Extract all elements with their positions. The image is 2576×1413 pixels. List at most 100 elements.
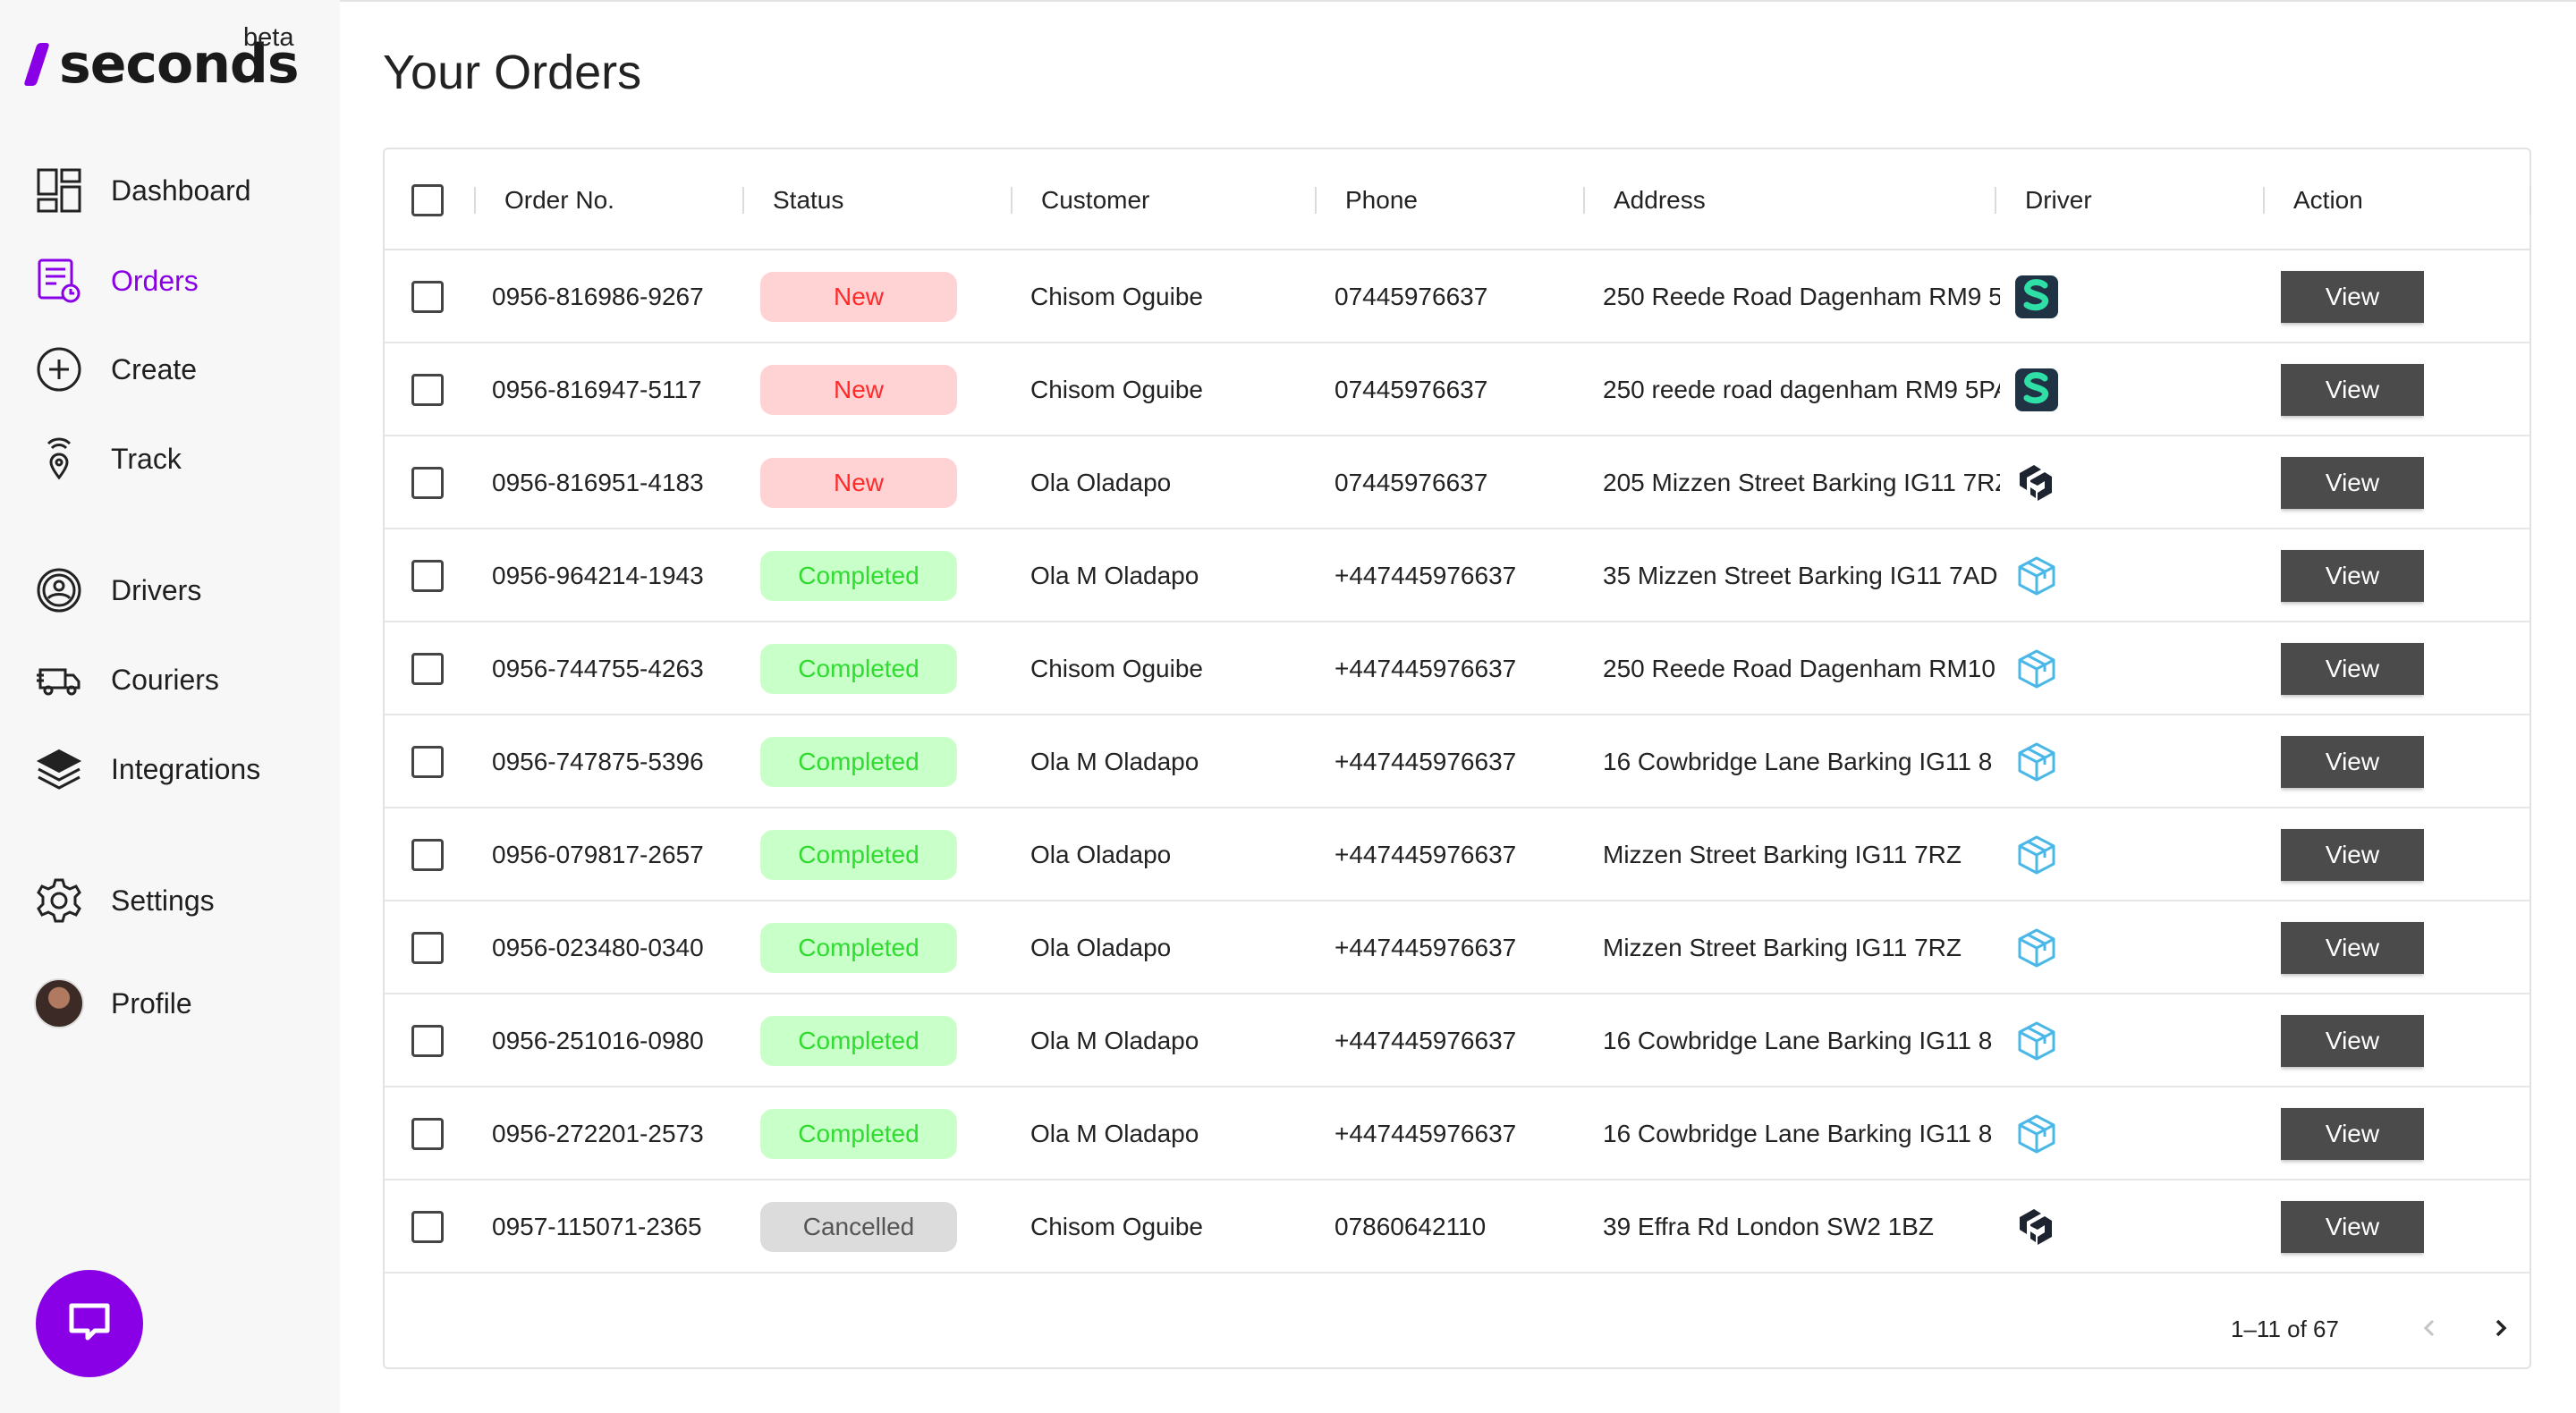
view-order-button[interactable]: View <box>2281 829 2424 881</box>
column-header-customer[interactable]: Customer <box>1041 149 1149 250</box>
status-badge: New <box>760 272 957 322</box>
row-checkbox[interactable] <box>411 653 444 685</box>
sidebar-item-couriers[interactable]: Couriers <box>34 653 320 706</box>
table-row[interactable]: 0956-816951-4183 New Ola Oladapo 0744597… <box>385 436 2529 529</box>
courier-box-icon <box>2014 1112 2059 1156</box>
view-order-button[interactable]: View <box>2281 922 2424 974</box>
next-page-button[interactable] <box>2479 1308 2522 1351</box>
phone-number: +447445976637 <box>1335 748 1517 775</box>
view-order-button[interactable]: View <box>2281 364 2424 416</box>
app-logo[interactable]: seconds beta <box>23 23 317 96</box>
view-order-button[interactable]: View <box>2281 1201 2424 1253</box>
sidebar-item-label: Orders <box>111 264 199 297</box>
order-number: 0956-747875-5396 <box>492 748 704 775</box>
column-header-order-no[interactable]: Order No. <box>504 149 614 250</box>
address: 39 Effra Rd London SW2 1BZ <box>1603 1213 1934 1240</box>
table-row[interactable]: 0956-816947-5117 New Chisom Oguibe 07445… <box>385 343 2529 436</box>
column-header-phone[interactable]: Phone <box>1345 149 1418 250</box>
sidebar-item-dashboard[interactable]: Dashboard <box>34 164 320 217</box>
sidebar-item-label: Drivers <box>111 573 202 606</box>
select-all-checkbox[interactable] <box>411 183 444 216</box>
view-order-button[interactable]: View <box>2281 550 2424 602</box>
address: Mizzen Street Barking IG11 7RZ <box>1603 934 1962 961</box>
sidebar-item-profile[interactable]: Profile <box>34 977 320 1030</box>
row-checkbox[interactable] <box>411 932 444 964</box>
sidebar-item-create[interactable]: Create <box>34 343 320 396</box>
customer-name: Chisom Oguibe <box>1030 1213 1203 1240</box>
row-checkbox[interactable] <box>411 1211 444 1243</box>
sidebar-item-orders[interactable]: Orders <box>34 254 320 308</box>
column-header-driver[interactable]: Driver <box>2025 149 2092 250</box>
row-select-cell <box>411 715 444 808</box>
address: 205 Mizzen Street Barking IG11 7RZ <box>1603 469 2000 496</box>
column-separator <box>2529 187 2531 214</box>
row-checkbox[interactable] <box>411 560 444 592</box>
column-header-status[interactable]: Status <box>773 149 843 250</box>
view-order-button[interactable]: View <box>2281 271 2424 323</box>
column-header-address[interactable]: Address <box>1614 149 1706 250</box>
table-row[interactable]: 0956-272201-2573 Completed Ola M Oladapo… <box>385 1087 2529 1180</box>
sidebar-item-settings[interactable]: Settings <box>34 874 320 927</box>
phone-number: +447445976637 <box>1335 655 1517 682</box>
address: 16 Cowbridge Lane Barking IG11 8 <box>1603 1120 1993 1147</box>
table-row[interactable]: 0956-251016-0980 Completed Ola M Oladapo… <box>385 994 2529 1087</box>
action-cell: View <box>2281 436 2424 529</box>
sidebar-item-integrations[interactable]: Integrations <box>34 742 320 796</box>
sidebar-item-drivers[interactable]: Drivers <box>34 563 320 617</box>
column-header-action[interactable]: Action <box>2293 149 2363 250</box>
table-row[interactable]: 0956-747875-5396 Completed Ola M Oladapo… <box>385 715 2529 808</box>
layers-icon <box>34 744 84 794</box>
table-row[interactable]: 0956-744755-4263 Completed Chisom Oguibe… <box>385 622 2529 715</box>
view-order-button[interactable]: View <box>2281 457 2424 509</box>
status-cell: Completed <box>760 1087 957 1180</box>
view-order-button[interactable]: View <box>2281 643 2424 695</box>
table-row[interactable]: 0956-079817-2657 Completed Ola Oladapo +… <box>385 808 2529 901</box>
table-row[interactable]: 0956-023480-0340 Completed Ola Oladapo +… <box>385 901 2529 994</box>
row-checkbox[interactable] <box>411 839 444 871</box>
row-checkbox[interactable] <box>411 281 444 313</box>
table-row[interactable]: 0956-964214-1943 Completed Ola M Oladapo… <box>385 529 2529 622</box>
phone-number: 07445976637 <box>1335 283 1488 310</box>
courier-box-icon <box>2014 833 2059 877</box>
row-checkbox[interactable] <box>411 1025 444 1057</box>
status-cell: Completed <box>760 808 957 901</box>
row-checkbox[interactable] <box>411 746 444 778</box>
view-order-button[interactable]: View <box>2281 1015 2424 1067</box>
action-cell: View <box>2281 1180 2424 1273</box>
table-row[interactable]: 0956-816986-9267 New Chisom Oguibe 07445… <box>385 250 2529 343</box>
table-pagination: 1–11 of 67 <box>385 1294 2529 1369</box>
orders-table: Order No. Status Customer Phone Address … <box>383 148 2531 1369</box>
status-cell: Completed <box>760 715 957 808</box>
chat-button[interactable] <box>36 1270 143 1377</box>
row-checkbox[interactable] <box>411 1118 444 1150</box>
top-border <box>0 0 2576 2</box>
table-header: Order No. Status Customer Phone Address … <box>385 149 2531 250</box>
action-cell: View <box>2281 1087 2424 1180</box>
sidebar-item-track[interactable]: Track <box>34 432 320 486</box>
view-order-button[interactable]: View <box>2281 736 2424 788</box>
row-checkbox[interactable] <box>411 374 444 406</box>
order-number: 0957-115071-2365 <box>492 1213 702 1240</box>
row-checkbox[interactable] <box>411 467 444 499</box>
driver-cell <box>2014 994 2059 1087</box>
driver-cell <box>2014 1180 2059 1273</box>
table-row[interactable]: 0957-115071-2365 Cancelled Chisom Oguibe… <box>385 1180 2529 1273</box>
status-badge: Completed <box>760 1016 957 1066</box>
chevron-left-icon <box>2416 1315 2443 1346</box>
avatar-wrapper <box>34 978 84 1028</box>
courier-box-icon <box>2014 647 2059 691</box>
customer-name: Chisom Oguibe <box>1030 376 1203 403</box>
column-separator <box>1315 187 1317 214</box>
action-cell: View <box>2281 994 2424 1087</box>
previous-page-button[interactable] <box>2408 1308 2451 1351</box>
courier-box-icon <box>2014 926 2059 970</box>
address: 250 Reede Road Dagenham RM9 5PA <box>1603 283 2000 310</box>
customer-name: Ola M Oladapo <box>1030 1120 1199 1147</box>
action-cell: View <box>2281 715 2424 808</box>
sidebar-item-label: Integrations <box>111 752 261 785</box>
view-order-button[interactable]: View <box>2281 1108 2424 1160</box>
column-separator <box>742 187 744 214</box>
status-cell: Completed <box>760 901 957 994</box>
sidebar-item-label: Settings <box>111 884 215 917</box>
status-badge: Completed <box>760 551 957 601</box>
